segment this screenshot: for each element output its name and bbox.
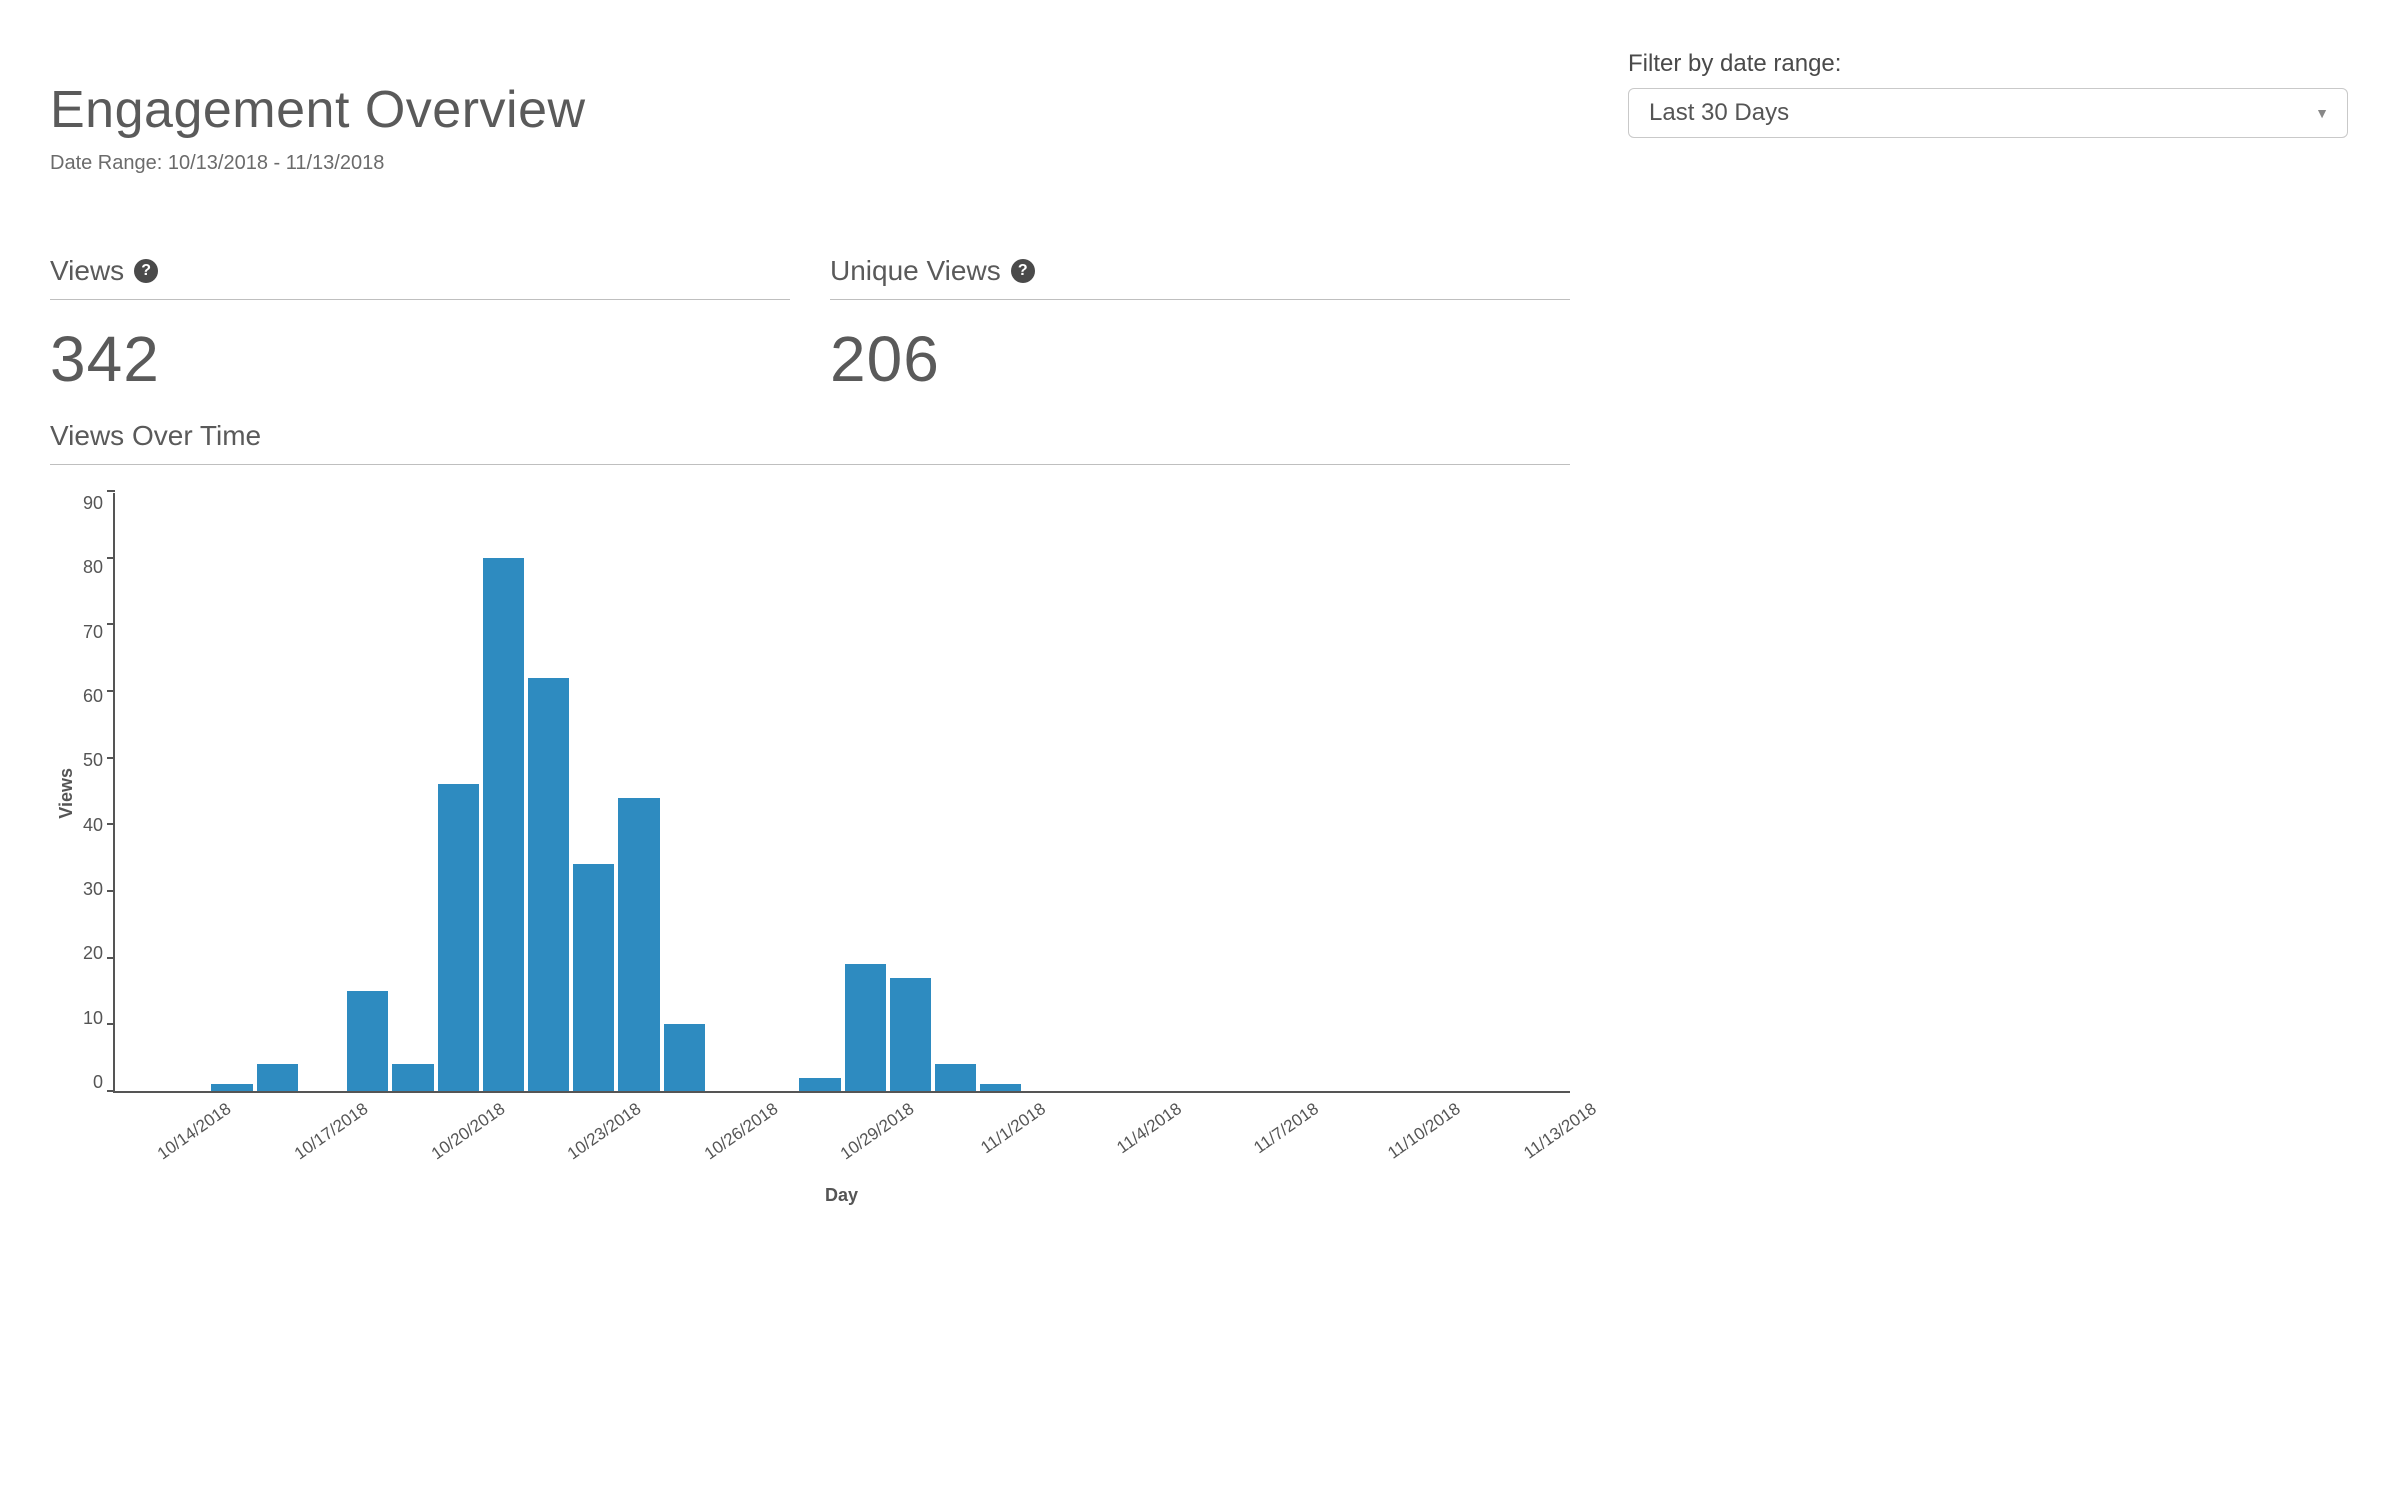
plot-area	[113, 493, 1570, 1093]
chart-bar	[573, 864, 614, 1091]
date-range-dropdown[interactable]: Last 30 Days ▼	[1628, 88, 2348, 138]
x-tick-label: 10/17/2018	[291, 1099, 372, 1164]
date-range-dropdown-value: Last 30 Days	[1649, 99, 1789, 127]
unique-views-label: Unique Views	[830, 255, 1001, 287]
x-tick-label: 11/13/2018	[1520, 1099, 1600, 1163]
y-tick-label: 50	[83, 750, 103, 771]
views-card: Views ? 342	[50, 255, 790, 396]
chart-bar	[347, 991, 388, 1091]
chart-bar	[799, 1078, 840, 1091]
chart-bar	[483, 558, 524, 1091]
y-tick-label: 90	[83, 493, 103, 514]
y-tick-label: 10	[83, 1008, 103, 1029]
chart-bar	[211, 1084, 252, 1091]
chart-bar	[392, 1064, 433, 1091]
views-over-time-chart: Views 9080706050403020100 10/14/201810/1…	[50, 493, 1570, 1213]
views-value: 342	[50, 322, 790, 396]
y-tick-label: 30	[83, 879, 103, 900]
chart-bar	[528, 678, 569, 1091]
y-tick-label: 0	[93, 1072, 103, 1093]
page-title: Engagement Overview	[50, 80, 586, 140]
chart-bar	[845, 964, 886, 1091]
chart-bar	[438, 784, 479, 1091]
x-tick-label: 11/1/2018	[977, 1099, 1049, 1158]
unique-views-card: Unique Views ? 206	[830, 255, 1570, 396]
x-tick-label: 10/26/2018	[701, 1099, 782, 1164]
x-tick-label: 10/29/2018	[837, 1099, 918, 1164]
y-axis-label: Views	[50, 768, 83, 819]
views-label: Views	[50, 255, 124, 287]
chart-title: Views Over Time	[50, 420, 1570, 465]
y-axis-ticks: 90 80 70 60 50 40 30 20 10 0	[83, 493, 113, 1093]
x-tick-label: 11/7/2018	[1250, 1099, 1322, 1158]
help-icon[interactable]: ?	[134, 259, 158, 283]
chart-bar	[935, 1064, 976, 1091]
y-tick-label: 80	[83, 557, 103, 578]
help-icon[interactable]: ?	[1011, 259, 1035, 283]
x-axis-label: Day	[113, 1185, 1570, 1206]
x-tick-label: 10/23/2018	[564, 1099, 645, 1164]
chart-bar	[980, 1084, 1021, 1091]
x-tick-label: 10/14/2018	[154, 1099, 235, 1164]
unique-views-value: 206	[830, 322, 1570, 396]
x-tick-label: 11/4/2018	[1114, 1099, 1186, 1158]
y-tick-label: 70	[83, 622, 103, 643]
y-tick-label: 40	[83, 815, 103, 836]
x-tick-label: 10/20/2018	[427, 1099, 508, 1164]
y-tick-label: 60	[83, 686, 103, 707]
date-range-label: Date Range: 10/13/2018 - 11/13/2018	[50, 152, 586, 175]
chart-bar	[257, 1064, 298, 1091]
chart-bar	[664, 1024, 705, 1091]
y-tick-label: 20	[83, 943, 103, 964]
filter-label: Filter by date range:	[1628, 50, 2348, 78]
chevron-down-icon: ▼	[2315, 105, 2329, 121]
x-axis-ticks: 10/14/2018 10/17/2018 10/20/2018 10/23/2018…	[113, 1099, 1570, 1179]
x-tick-label: 11/10/2018	[1384, 1099, 1464, 1163]
chart-bar	[618, 798, 659, 1091]
chart-bar	[890, 978, 931, 1091]
